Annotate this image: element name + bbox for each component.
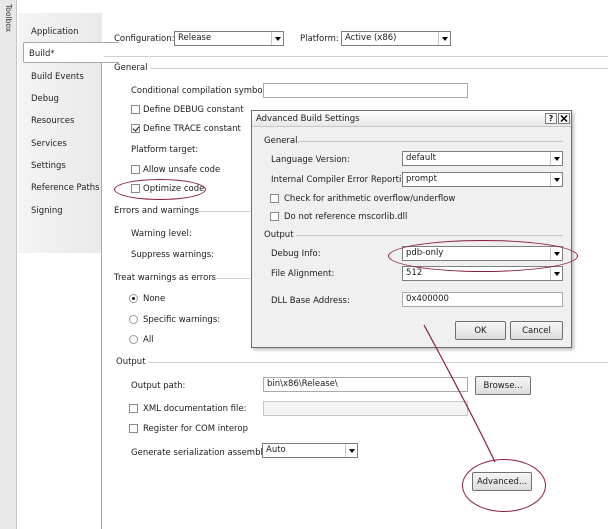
annotation-arrow-line [423,324,496,463]
annotation-connector [423,324,496,463]
